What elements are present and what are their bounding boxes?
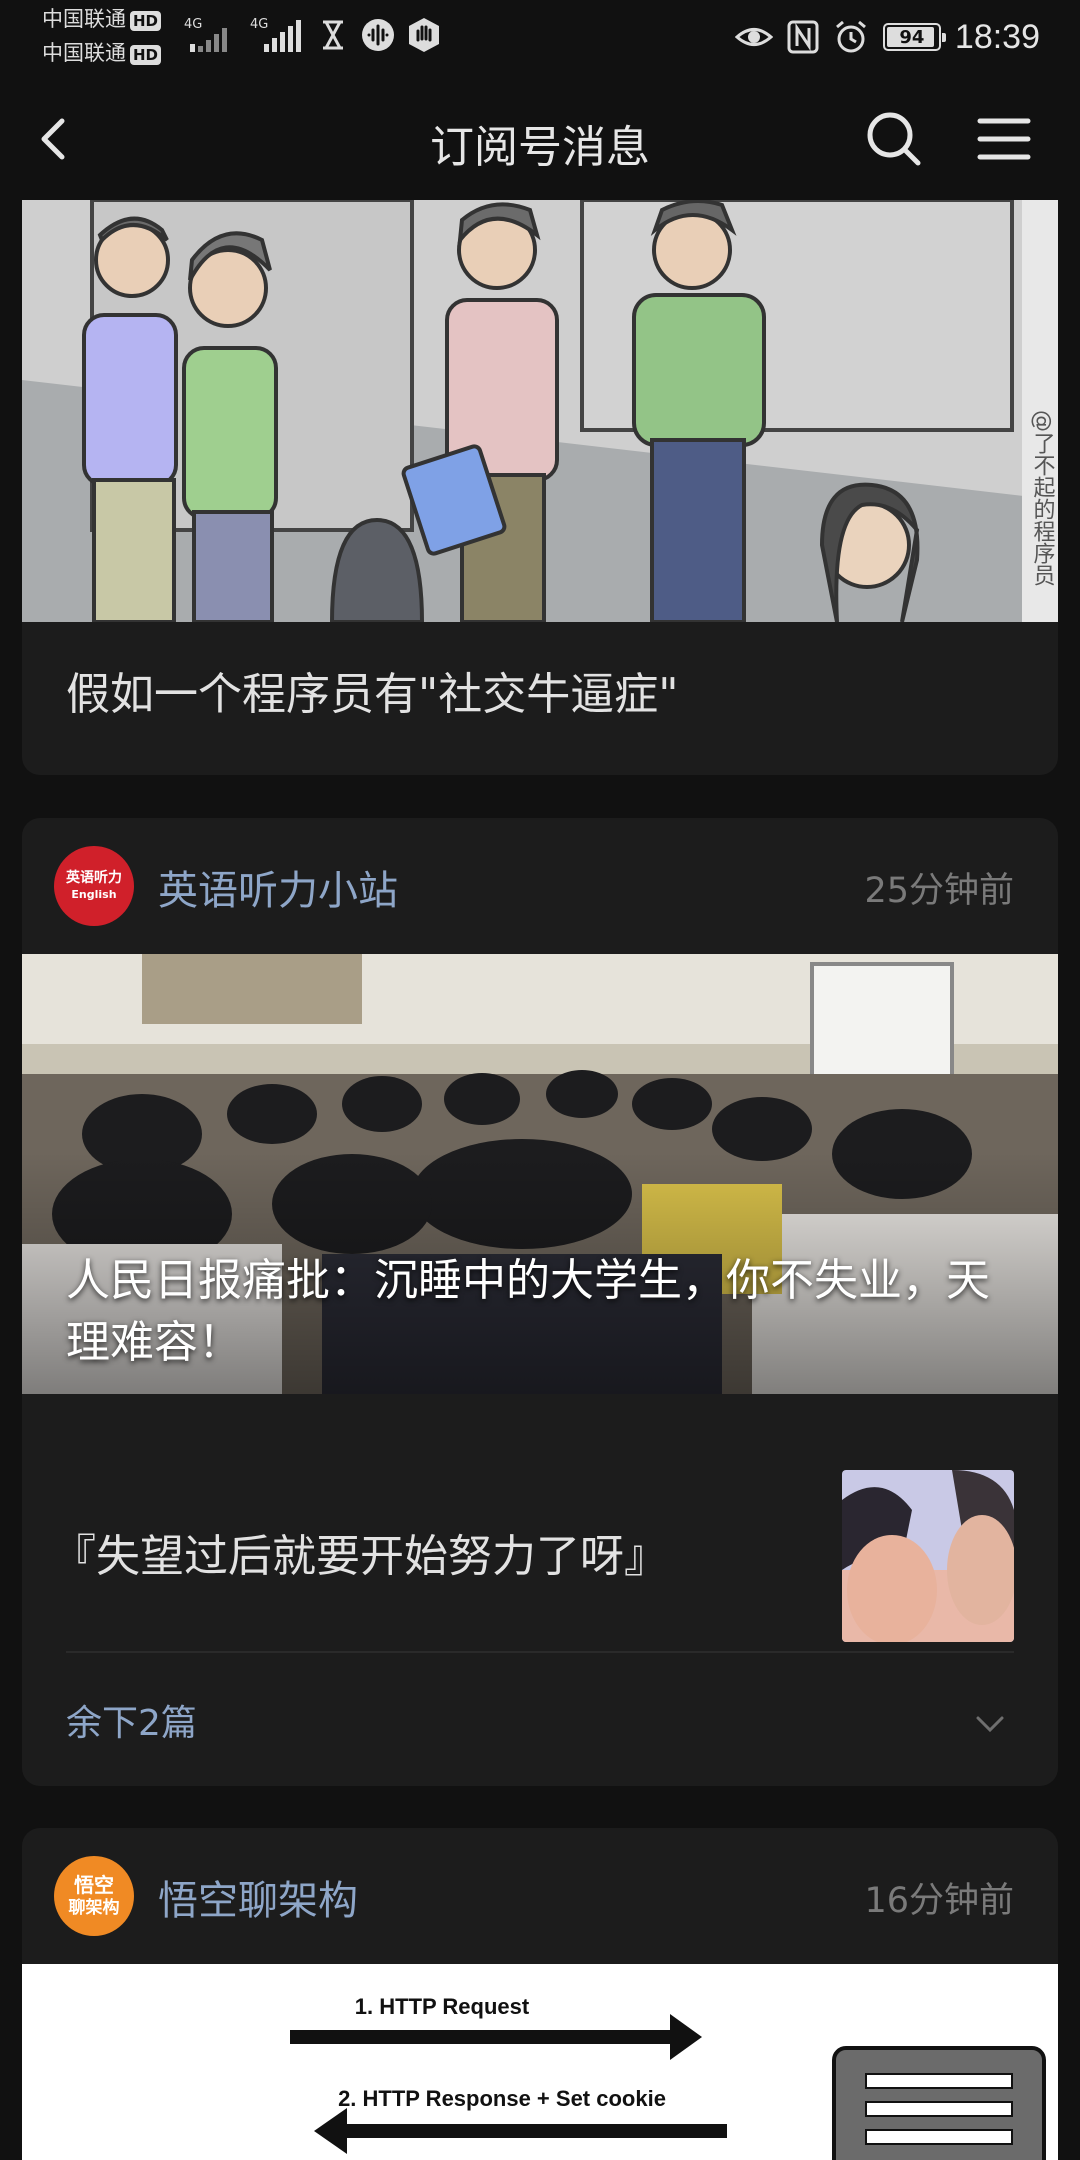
diagram-label-response: 2. HTTP Response + Set cookie	[338, 2086, 666, 2111]
nfc-icon	[787, 20, 819, 54]
nav-bar: 订阅号消息	[0, 75, 1080, 200]
sub-article-thumbnail[interactable]	[842, 1470, 1014, 1642]
account-avatar[interactable]: 悟空 聊架构	[54, 1856, 134, 1936]
svg-text:4G: 4G	[250, 17, 268, 32]
carrier-2-label: 中国联通	[42, 41, 126, 65]
article-title[interactable]: 假如一个程序员有"社交牛逼症"	[66, 662, 678, 728]
account-avatar[interactable]: 英语听力 English	[54, 846, 134, 926]
hero-article-title[interactable]: 人民日报痛批：沉睡中的大学生，你不失业，天理难容！	[66, 1250, 1018, 1374]
clock: 18:39	[954, 17, 1040, 56]
status-bar: 中国联通 HD 中国联通 HD 4G 4G 94 18:39	[0, 0, 1080, 75]
sub-article-row[interactable]: 『失望过后就要开始努力了呀』	[22, 1440, 1058, 1670]
carrier-1-label: 中国联通	[42, 7, 126, 31]
status-right: 94 18:39	[734, 16, 1040, 58]
post-time: 16分钟前	[864, 1881, 1014, 1921]
account-name[interactable]: 悟空聊架构	[158, 1868, 358, 1926]
avatar-text-1: 英语听力	[66, 870, 122, 886]
hamburger-icon[interactable]	[972, 107, 1036, 171]
article-card-1[interactable]: @了不起的程序员 假如一个程序员有"社交牛逼症"	[22, 200, 1058, 775]
avatar-text-2: 聊架构	[68, 1898, 120, 1918]
hd-badge-2: HD	[130, 45, 162, 65]
hd-badge-1: HD	[130, 11, 162, 31]
account-card-wukong: 悟空 聊架构 悟空聊架构 16分钟前 1. HTTP Request 2. HT…	[22, 1828, 1058, 2160]
sub-article-title[interactable]: 『失望过后就要开始努力了呀』	[52, 1520, 668, 1584]
carrier-2: 中国联通 HD	[42, 40, 162, 66]
avatar-text-1: 悟空	[74, 1873, 114, 1897]
remaining-articles-link[interactable]: 余下2篇	[66, 1694, 197, 1746]
search-icon[interactable]	[862, 107, 926, 171]
diagram-label-request: 1. HTTP Request	[355, 1994, 530, 2019]
http-diagram-image[interactable]: 1. HTTP Request 2. HTTP Response + Set c…	[22, 1964, 1058, 2160]
battery-indicator: 94	[882, 23, 946, 51]
comic-image[interactable]: @了不起的程序员	[22, 200, 1058, 622]
eye-icon	[734, 28, 773, 46]
hand-icon	[409, 18, 439, 52]
battery-text: 94	[899, 26, 925, 48]
carrier-1: 中国联通 HD	[42, 6, 162, 32]
watermark: @了不起的程序员	[1030, 410, 1056, 586]
alarm-icon	[835, 20, 866, 53]
avatar-text-2: English	[71, 888, 117, 901]
account-card-english: 英语听力 English 英语听力小站 25分钟前 人民日报痛批：沉睡中的大学生…	[22, 818, 1058, 1786]
svg-text:4G: 4G	[184, 17, 202, 32]
account-header[interactable]: 悟空 聊架构 悟空聊架构 16分钟前	[22, 1828, 1058, 1964]
signal-1-icon: 4G	[184, 17, 227, 52]
hourglass-icon	[323, 20, 343, 50]
audio-icon	[362, 19, 394, 51]
signal-2-icon: 4G	[250, 17, 301, 52]
post-time: 25分钟前	[864, 871, 1014, 911]
divider	[66, 1651, 1014, 1653]
account-name[interactable]: 英语听力小站	[158, 858, 398, 916]
chevron-down-icon[interactable]	[972, 1706, 1008, 1742]
account-header[interactable]: 英语听力 English 英语听力小站 25分钟前	[22, 818, 1058, 954]
